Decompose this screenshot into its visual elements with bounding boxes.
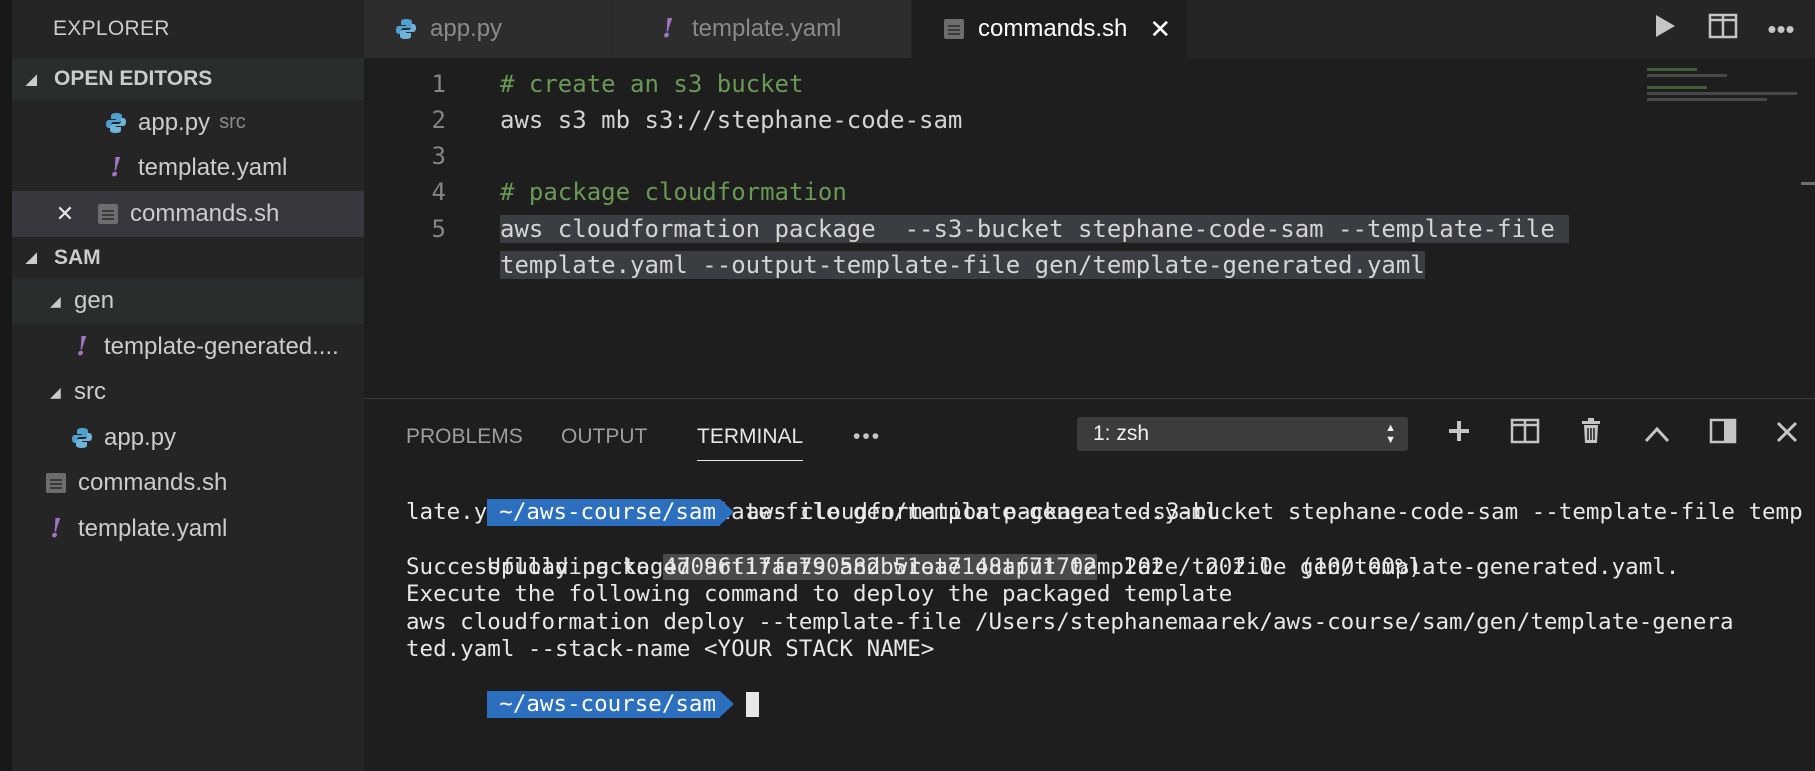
shell-file-icon bbox=[42, 473, 70, 494]
line-number: 5 bbox=[431, 215, 446, 243]
sam-folder-section[interactable]: ◢ SAM bbox=[12, 237, 364, 279]
code-line: 1 # create an s3 bucket bbox=[364, 66, 804, 102]
terminal-line: Successfully packaged artifacts and wrot… bbox=[406, 553, 1680, 580]
open-editor-template-yaml[interactable]: ! template.yaml bbox=[12, 146, 364, 192]
toggle-panel-position-icon[interactable] bbox=[1705, 417, 1741, 453]
terminal-line: ~/aws-course/sam bbox=[406, 664, 1806, 718]
terminal-line: Execute the following command to deploy … bbox=[406, 581, 1233, 607]
terminal-select-value: 1: zsh bbox=[1093, 422, 1150, 445]
file-label: template.yaml bbox=[78, 514, 228, 542]
code-line: 3 bbox=[364, 138, 446, 174]
folder-src[interactable]: ◢ src bbox=[12, 370, 364, 416]
open-editors-section[interactable]: ◢ OPEN EDITORS bbox=[12, 58, 364, 100]
open-editor-label: commands.sh bbox=[130, 199, 280, 227]
open-editor-commands-sh[interactable]: ✕ commands.sh bbox=[12, 191, 364, 237]
scrollbar-marker[interactable] bbox=[1801, 182, 1815, 185]
trash-icon[interactable] bbox=[1573, 417, 1609, 453]
new-terminal-icon[interactable] bbox=[1441, 417, 1477, 453]
code-text: aws s3 mb s3://stephane-code-sam bbox=[500, 106, 963, 134]
tab-label: commands.sh bbox=[978, 15, 1128, 42]
yaml-icon: ! bbox=[662, 14, 674, 44]
file-label: app.py bbox=[104, 423, 177, 451]
run-icon[interactable] bbox=[1649, 13, 1681, 46]
terminal-output[interactable]: ~/aws-course/sam aws cloudformation packa… bbox=[406, 471, 1806, 718]
terminal-line: ~/aws-course/sam aws cloudformation packa… bbox=[406, 471, 1806, 526]
terminal-line: ted.yaml --stack-name <YOUR STACK NAME> bbox=[406, 636, 935, 662]
open-editor-app-py[interactable]: app.py src bbox=[12, 100, 364, 146]
editor-actions: ••• bbox=[1649, 0, 1815, 58]
more-panels-icon[interactable]: ••• bbox=[853, 425, 881, 449]
tab-output[interactable]: OUTPUT bbox=[561, 425, 647, 449]
tab-label: template.yaml bbox=[692, 15, 842, 42]
open-editor-path: src bbox=[219, 111, 246, 134]
folder-gen[interactable]: ◢ gen bbox=[12, 278, 364, 324]
open-editors-label: OPEN EDITORS bbox=[54, 67, 213, 90]
line-number: 3 bbox=[431, 142, 446, 170]
file-template-yaml[interactable]: ! template.yaml bbox=[12, 506, 364, 552]
python-icon bbox=[392, 18, 420, 40]
yaml-icon: ! bbox=[50, 513, 62, 544]
explorer-title: EXPLORER bbox=[53, 17, 170, 40]
collapse-triangle-icon: ◢ bbox=[26, 70, 37, 87]
chevron-down-icon: ◢ bbox=[50, 383, 61, 400]
terminal-line: Uploading to 47096f17fa790582b51ea7148af… bbox=[406, 526, 1806, 580]
code-line-wrapped: template.yaml --output-template-file gen… bbox=[364, 247, 1425, 283]
code-text-selected: template.yaml --output-template-file gen… bbox=[500, 251, 1425, 279]
project-label: SAM bbox=[54, 245, 101, 269]
code-line: 2 aws s3 mb s3://stephane-code-sam bbox=[364, 102, 963, 138]
terminal-line: aws cloudformation deploy --template-fil… bbox=[406, 608, 1734, 635]
select-arrows-icon: ▲ ▼ bbox=[1385, 422, 1396, 446]
file-label: commands.sh bbox=[78, 469, 228, 497]
file-label: template-generated.... bbox=[104, 332, 339, 360]
file-template-generated[interactable]: ! template-generated.... bbox=[12, 324, 364, 370]
prompt-badge: ~/aws-course/sam bbox=[487, 691, 734, 718]
line-number: 2 bbox=[431, 106, 446, 134]
more-actions-icon[interactable]: ••• bbox=[1765, 14, 1797, 45]
file-commands-sh[interactable]: commands.sh bbox=[12, 461, 364, 507]
terminal-cursor bbox=[746, 692, 760, 717]
line-number: 4 bbox=[431, 178, 446, 206]
folder-label: gen bbox=[74, 287, 115, 315]
close-icon[interactable]: ✕ bbox=[50, 201, 80, 227]
terminal-select[interactable]: 1: zsh ▲ ▼ bbox=[1077, 417, 1408, 451]
code-text-selected: aws cloudformation package --s3-bucket s… bbox=[500, 215, 1570, 243]
split-terminal-icon[interactable] bbox=[1507, 417, 1543, 453]
python-icon bbox=[68, 427, 96, 449]
code-text: # create an s3 bucket bbox=[500, 70, 804, 98]
yaml-icon: ! bbox=[110, 153, 122, 184]
editor-tab-bar: app.py ! template.yaml commands.sh ✕ ••• bbox=[364, 0, 1815, 58]
shell-file-icon bbox=[940, 19, 968, 39]
shell-file-icon bbox=[94, 203, 122, 224]
minimap[interactable] bbox=[1647, 68, 1797, 104]
code-line: 4 # package cloudformation bbox=[364, 174, 847, 210]
tab-problems[interactable]: PROBLEMS bbox=[406, 425, 523, 449]
code-editor[interactable]: 1 # create an s3 bucket 2 aws s3 mb s3:/… bbox=[364, 58, 1815, 398]
code-text: # package cloudformation bbox=[500, 178, 847, 206]
collapse-triangle-icon: ◢ bbox=[26, 249, 37, 265]
python-icon bbox=[102, 112, 130, 134]
close-icon[interactable]: ✕ bbox=[1149, 14, 1171, 45]
open-editor-label: template.yaml bbox=[138, 154, 288, 182]
explorer-sidebar: EXPLORER ◢ OPEN EDITORS app.py src ! tem… bbox=[0, 0, 364, 771]
tab-commands-sh[interactable]: commands.sh ✕ bbox=[912, 0, 1188, 58]
tab-label: app.py bbox=[430, 15, 503, 42]
code-line: 5 aws cloudformation package --s3-bucket… bbox=[364, 211, 1570, 247]
chevron-up-icon[interactable] bbox=[1639, 417, 1675, 453]
tab-app-py[interactable]: app.py bbox=[364, 0, 612, 58]
chevron-down-icon: ◢ bbox=[50, 292, 61, 309]
split-editor-icon[interactable] bbox=[1707, 13, 1739, 46]
folder-label: src bbox=[74, 378, 106, 406]
line-number: 1 bbox=[431, 70, 446, 98]
open-editor-label: app.py bbox=[138, 108, 211, 136]
file-app-py[interactable]: app.py bbox=[12, 415, 364, 461]
bottom-panel: PROBLEMS OUTPUT TERMINAL ••• 1: zsh ▲ ▼ ~… bbox=[364, 398, 1815, 771]
close-panel-icon[interactable] bbox=[1769, 417, 1805, 453]
tab-terminal[interactable]: TERMINAL bbox=[697, 425, 804, 461]
tab-template-yaml[interactable]: ! template.yaml bbox=[612, 0, 912, 58]
prompt-badge: ~/aws-course/sam bbox=[487, 498, 734, 526]
yaml-icon: ! bbox=[76, 331, 88, 362]
